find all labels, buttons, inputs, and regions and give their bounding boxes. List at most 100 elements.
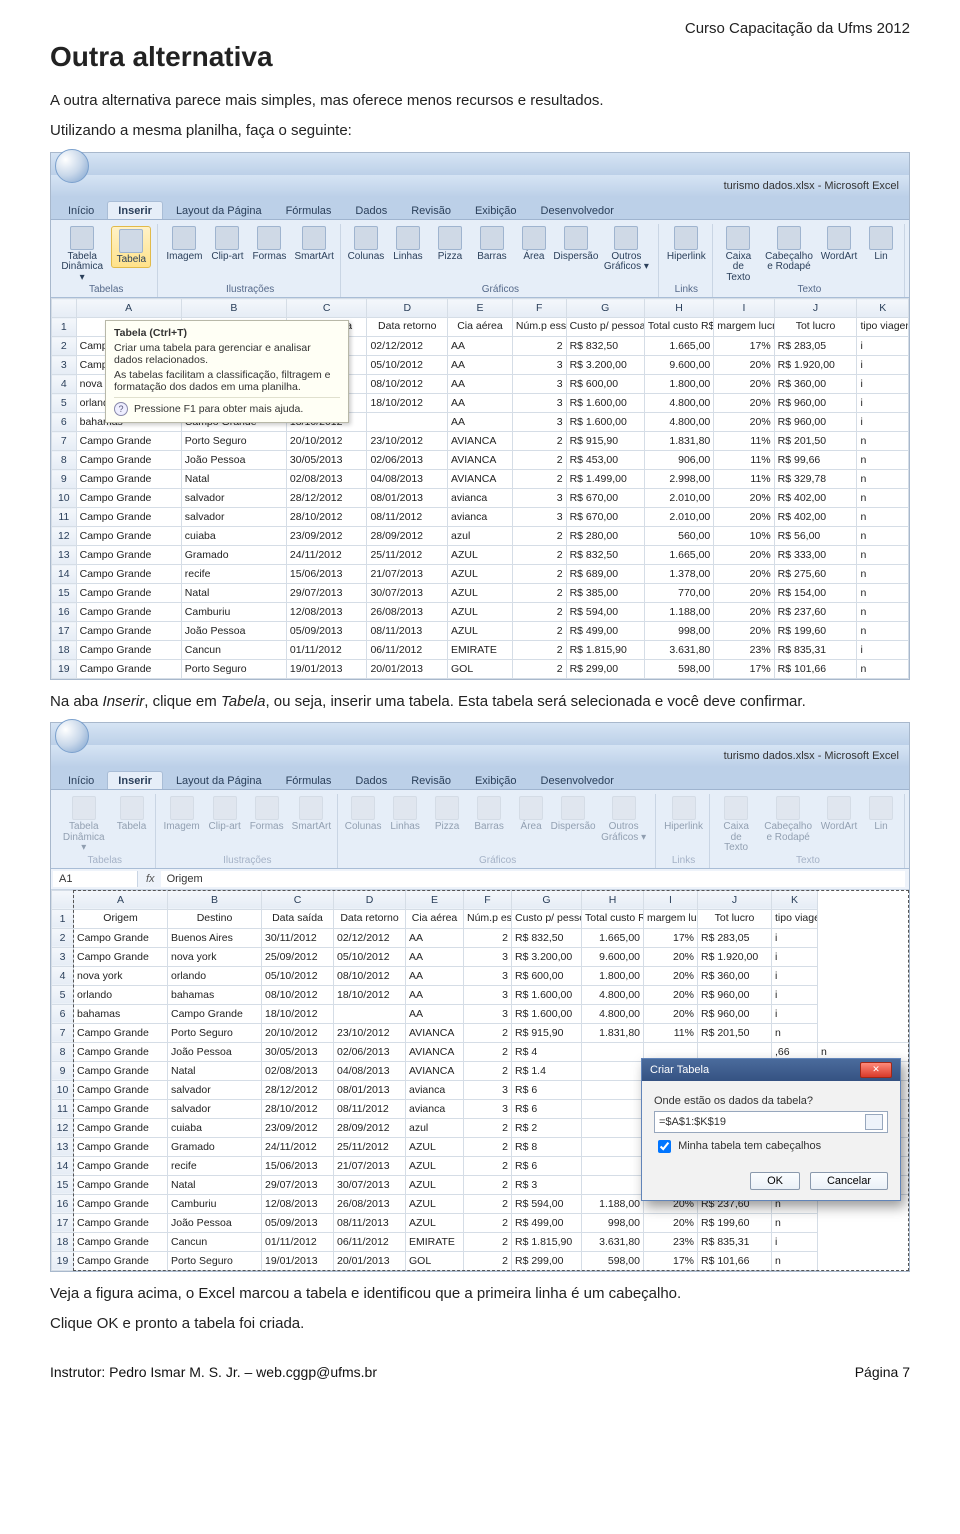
column-header-H[interactable]: H xyxy=(644,299,713,318)
ribbon-dispers-o[interactable]: Dispersão xyxy=(556,796,590,833)
cell[interactable]: 30/07/2013 xyxy=(334,1175,406,1194)
cell[interactable]: R$ 154,00 xyxy=(774,584,857,603)
cell[interactable]: 06/11/2012 xyxy=(367,641,448,660)
cell[interactable]: Gramado xyxy=(168,1137,262,1156)
cell[interactable]: AA xyxy=(448,413,513,432)
cell[interactable]: 26/08/2013 xyxy=(367,603,448,622)
column-header-G[interactable]: G xyxy=(512,890,582,909)
cell[interactable]: R$ 1.499,00 xyxy=(566,470,644,489)
cell[interactable]: 2.010,00 xyxy=(644,508,713,527)
row-header[interactable]: 15 xyxy=(52,584,77,603)
tab-desenvolvedor[interactable]: Desenvolvedor xyxy=(530,771,625,789)
cell[interactable]: 3 xyxy=(464,1004,512,1023)
column-header-G[interactable]: G xyxy=(566,299,644,318)
cell[interactable]: 3 xyxy=(464,1099,512,1118)
cell[interactable]: Campo Grande xyxy=(74,1099,168,1118)
cell[interactable]: bahamas xyxy=(168,985,262,1004)
ok-button[interactable]: OK xyxy=(750,1172,800,1190)
ribbon-wordart[interactable]: WordArt xyxy=(822,796,856,833)
row-header[interactable]: 9 xyxy=(52,470,77,489)
cell[interactable]: R$ 835,31 xyxy=(698,1232,772,1251)
cell[interactable]: 9.600,00 xyxy=(644,356,713,375)
cell[interactable]: 17% xyxy=(714,337,774,356)
cell[interactable]: R$ 3.200,00 xyxy=(512,947,582,966)
cell[interactable]: 18/10/2012 xyxy=(367,394,448,413)
column-header-I[interactable]: I xyxy=(714,299,774,318)
cell[interactable]: R$ 199,60 xyxy=(698,1213,772,1232)
cell[interactable]: 18/10/2012 xyxy=(262,1004,334,1023)
cell[interactable]: 1.831,80 xyxy=(644,432,713,451)
cell[interactable]: AVIANCA xyxy=(448,451,513,470)
row-header[interactable]: 16 xyxy=(52,1194,74,1213)
cell[interactable]: 11% xyxy=(714,432,774,451)
cell[interactable]: 30/11/2012 xyxy=(262,928,334,947)
cell[interactable]: 28/09/2012 xyxy=(334,1118,406,1137)
row-header[interactable]: 2 xyxy=(52,337,77,356)
cell[interactable]: 1.800,00 xyxy=(582,966,644,985)
cell[interactable]: AA xyxy=(406,1004,464,1023)
column-header-J[interactable]: J xyxy=(698,890,772,909)
row-header[interactable]: 8 xyxy=(52,1042,74,1061)
row-header[interactable]: 3 xyxy=(52,947,74,966)
cell[interactable]: 29/07/2013 xyxy=(286,584,367,603)
cell[interactable]: R$ 453,00 xyxy=(566,451,644,470)
cell[interactable]: 2 xyxy=(512,641,566,660)
ribbon-imagem[interactable]: Imagem xyxy=(166,226,202,263)
cell[interactable]: R$ 280,00 xyxy=(566,527,644,546)
ribbon-clip-art[interactable]: Clip-art xyxy=(210,226,244,263)
ribbon-tabela-din-mica-[interactable]: Tabela Dinâmica ▾ xyxy=(61,226,103,284)
column-header-E[interactable]: E xyxy=(406,890,464,909)
cell[interactable]: 2 xyxy=(464,1137,512,1156)
cell[interactable]: Campo Grande xyxy=(74,1061,168,1080)
cell[interactable]: AA xyxy=(406,966,464,985)
row-header[interactable]: 13 xyxy=(52,546,77,565)
ribbon-barras[interactable]: Barras xyxy=(475,226,509,263)
row-header[interactable]: 19 xyxy=(52,1251,74,1270)
cell[interactable]: 23% xyxy=(644,1232,698,1251)
cell[interactable]: 20% xyxy=(714,603,774,622)
cell[interactable]: Campo Grande xyxy=(74,1137,168,1156)
cell[interactable]: Campo Grande xyxy=(76,565,181,584)
row-header[interactable]: 11 xyxy=(52,1099,74,1118)
cell[interactable]: 17% xyxy=(714,660,774,679)
cell[interactable]: Campo Grande xyxy=(76,470,181,489)
cell[interactable]: 17% xyxy=(644,928,698,947)
cell[interactable]: avianca xyxy=(448,489,513,508)
cell[interactable]: avianca xyxy=(448,508,513,527)
tab-in-cio[interactable]: Início xyxy=(57,771,105,789)
tab-dados[interactable]: Dados xyxy=(344,771,398,789)
header-cell[interactable]: Tot lucro xyxy=(774,318,857,337)
cell[interactable]: Campo Grande xyxy=(74,1175,168,1194)
cell[interactable] xyxy=(582,1099,644,1118)
column-header-K[interactable]: K xyxy=(857,299,909,318)
ribbon-tabela[interactable]: Tabela xyxy=(111,226,151,269)
cell[interactable]: 598,00 xyxy=(582,1251,644,1270)
cell[interactable]: Campo Grande xyxy=(76,489,181,508)
cell[interactable]: R$ 299,00 xyxy=(512,1251,582,1270)
cell[interactable]: Campo Grande xyxy=(74,1042,168,1061)
cell[interactable]: 1.188,00 xyxy=(582,1194,644,1213)
cell[interactable]: R$ 960,00 xyxy=(774,394,857,413)
ribbon--rea[interactable]: Área xyxy=(514,796,548,833)
cell[interactable]: 21/07/2013 xyxy=(334,1156,406,1175)
cell[interactable]: 28/09/2012 xyxy=(367,527,448,546)
cell[interactable]: 2 xyxy=(512,622,566,641)
cell[interactable]: 23/10/2012 xyxy=(334,1023,406,1042)
cell[interactable]: AZUL xyxy=(448,622,513,641)
row-header[interactable]: 1 xyxy=(52,909,74,928)
cell[interactable]: 20/10/2012 xyxy=(286,432,367,451)
cell[interactable]: João Pessoa xyxy=(181,451,286,470)
ribbon-caixa-de-texto[interactable]: Caixa de Texto xyxy=(721,226,756,284)
cell[interactable]: Cancun xyxy=(168,1232,262,1251)
cell[interactable]: 12/08/2013 xyxy=(262,1194,334,1213)
cell[interactable] xyxy=(367,413,448,432)
column-header-A[interactable]: A xyxy=(74,890,168,909)
cell[interactable]: i xyxy=(857,375,909,394)
row-header[interactable]: 7 xyxy=(52,1023,74,1042)
cell[interactable]: 2 xyxy=(512,337,566,356)
cell[interactable]: 05/09/2013 xyxy=(262,1213,334,1232)
ribbon-caixa-de-texto[interactable]: Caixa de Texto xyxy=(718,796,754,854)
cell[interactable]: 20% xyxy=(644,947,698,966)
ribbon-formas[interactable]: Formas xyxy=(250,796,284,833)
cell[interactable]: 3 xyxy=(512,394,566,413)
